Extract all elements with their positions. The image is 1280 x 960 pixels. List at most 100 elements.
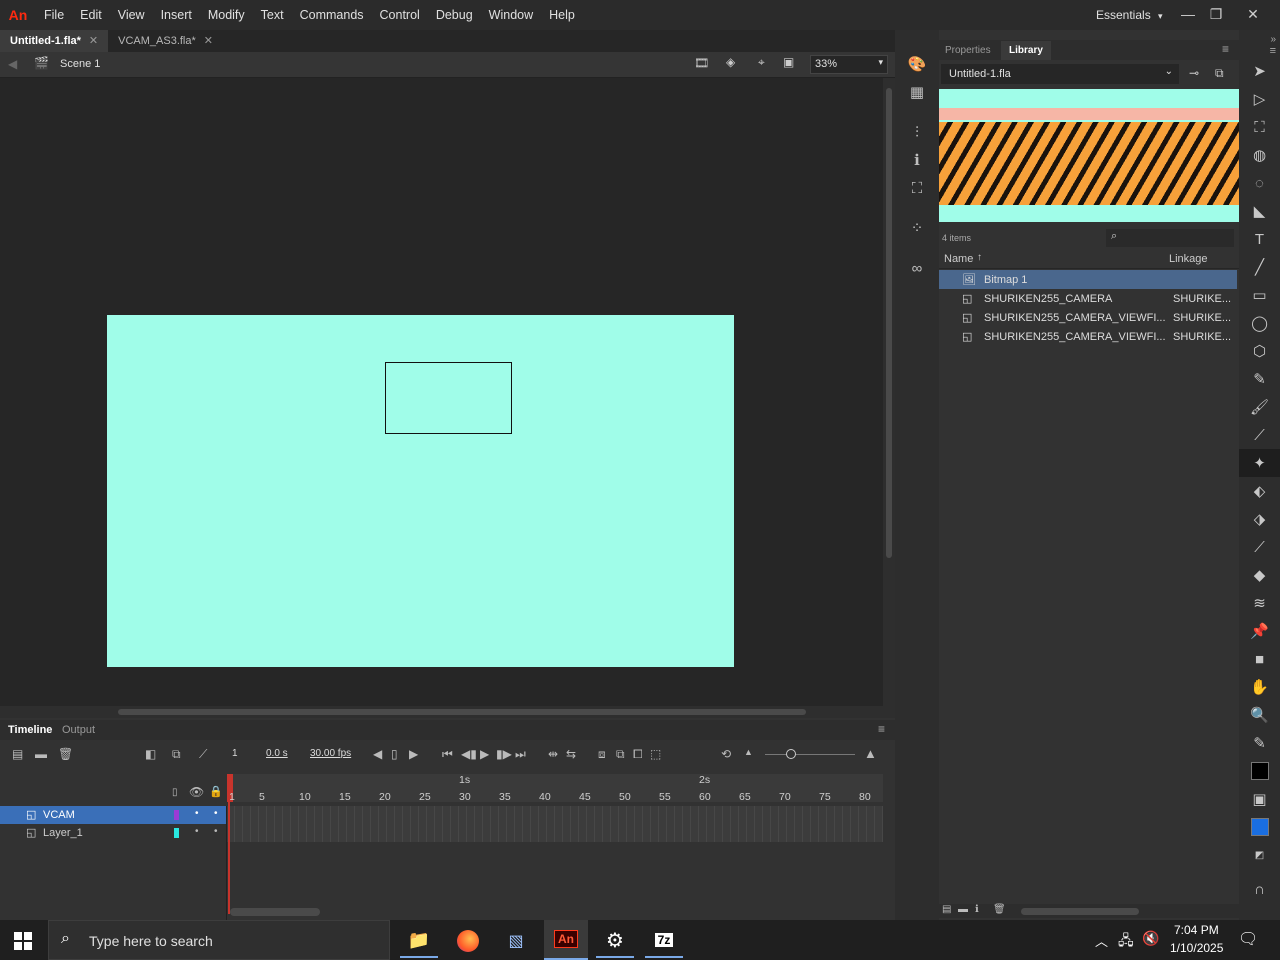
center-stage-icon[interactable]: ⌖ [758, 55, 765, 70]
firefox-icon[interactable] [449, 924, 487, 958]
timeline-scroll-thumb[interactable] [230, 908, 320, 916]
menu-view[interactable]: View [110, 0, 153, 30]
restore-button[interactable]: ❐ [1200, 0, 1232, 30]
camera-icon[interactable]: ◧ [145, 747, 156, 761]
library-search[interactable]: ⌕ [1106, 229, 1234, 247]
workspace-switcher[interactable]: Essentials ▾ [1096, 0, 1163, 30]
menu-commands[interactable]: Commands [292, 0, 372, 30]
timeline-zoom-slider[interactable] [765, 754, 855, 755]
column-linkage[interactable]: Linkage [1169, 253, 1208, 265]
first-frame-icon[interactable]: ⏮ [442, 747, 453, 762]
info-icon[interactable]: ℹ [895, 146, 939, 174]
menu-file[interactable]: File [36, 0, 72, 30]
menu-modify[interactable]: Modify [200, 0, 253, 30]
eraser-icon[interactable]: ◆ [1239, 561, 1280, 589]
taskbar-search[interactable]: ⌕ Type here to search [48, 920, 390, 960]
volume-muted-icon[interactable]: 🔇 [1142, 930, 1159, 947]
menu-edit[interactable]: Edit [72, 0, 110, 30]
components-icon[interactable]: ⁘ [895, 214, 939, 242]
network-icon[interactable]: 🖧 [1118, 930, 1134, 954]
fps-readout[interactable]: 30.00 fps [310, 748, 351, 759]
close-button[interactable]: ✕ [1237, 0, 1269, 30]
tab-vcam-as3[interactable]: VCAM_AS3.fla* ✕ [108, 30, 223, 52]
new-folder-icon[interactable]: ▬ [35, 747, 47, 761]
zoom-select[interactable]: 33% ▾ [810, 55, 888, 74]
stage-vertical-scrollbar[interactable] [883, 78, 895, 706]
settings-icon[interactable]: ⚙ [596, 924, 634, 958]
fill-color-swatch[interactable] [1239, 813, 1280, 841]
pen-icon[interactable]: ◣ [1239, 197, 1280, 225]
menu-insert[interactable]: Insert [153, 0, 200, 30]
column-name[interactable]: Name [944, 253, 973, 265]
color-panel-icon[interactable]: 🎨 [895, 50, 939, 78]
polystar-tool-icon[interactable]: ⬡ [1239, 337, 1280, 365]
clip-icon[interactable]: ▣ [783, 55, 794, 69]
line-tool-icon[interactable]: ╱ [1239, 253, 1280, 281]
scroll-thumb[interactable] [886, 88, 892, 558]
tab-timeline[interactable]: Timeline [8, 724, 52, 736]
library-item[interactable]: 🖼 Bitmap 1 [939, 270, 1237, 289]
visibility-dot[interactable]: • [195, 808, 199, 819]
step-back-icon[interactable]: ◀▮ [461, 747, 477, 761]
align-icon[interactable]: ⫶ [895, 118, 939, 146]
step-forward-icon[interactable]: ▮▶ [496, 747, 512, 761]
menu-window[interactable]: Window [481, 0, 541, 30]
prev-keyframe-icon[interactable]: ◀ [373, 747, 382, 761]
new-layer-icon[interactable]: ▤ [12, 747, 23, 761]
back-arrow-icon[interactable]: ◀ [8, 57, 17, 71]
oval-tool-icon[interactable]: ◯ [1239, 309, 1280, 337]
outline-toggle-icon[interactable]: ▯ [172, 787, 178, 798]
vcam-rectangle[interactable] [385, 362, 512, 434]
lock-dot[interactable]: • [214, 808, 218, 819]
menu-help[interactable]: Help [541, 0, 583, 30]
onion-skin-icon[interactable]: ⧈ [598, 747, 606, 762]
frame-grid[interactable] [227, 806, 883, 842]
keyframe-icon[interactable]: ▯ [391, 747, 398, 761]
library-scroll-thumb[interactable] [1021, 908, 1139, 915]
delete-icon[interactable]: 🗑 [993, 904, 1006, 915]
brush-icon[interactable]: ⟋ [1239, 421, 1280, 449]
notifications-icon[interactable]: 🗨 [1238, 929, 1258, 949]
pencil-icon[interactable]: ✎ [1239, 365, 1280, 393]
zoom-in-icon[interactable]: ▲ [864, 746, 877, 761]
subselection-tool-icon[interactable]: ▷ [1239, 85, 1280, 113]
visibility-dot[interactable]: • [195, 826, 199, 837]
layer-color-swatch[interactable] [174, 810, 179, 820]
scroll-thumb[interactable] [118, 709, 806, 715]
stroke-color-icon[interactable]: ✎ [1239, 729, 1280, 757]
next-keyframe-icon[interactable]: ▶ [409, 747, 418, 761]
hand-tool-icon[interactable]: ✋ [1239, 673, 1280, 701]
paint-bucket-icon[interactable]: ⬖ [1239, 477, 1280, 505]
stroke-swatch[interactable]: ▣ [1239, 785, 1280, 813]
delete-icon[interactable]: 🗑 [58, 747, 73, 761]
library-document-select[interactable]: Untitled-1.fla ⌄ [941, 64, 1179, 84]
library-item[interactable]: ◱ SHURIKEN255_CAMERA SHURIKE... [939, 289, 1237, 308]
close-icon[interactable]: ✕ [204, 30, 213, 52]
tab-properties[interactable]: Properties [945, 45, 991, 56]
fit-timeline-icon[interactable]: ⟲ [721, 747, 731, 761]
graph-icon[interactable]: ⟋ [199, 747, 207, 762]
windows-start-icon[interactable] [14, 932, 32, 950]
creative-cloud-icon[interactable]: ∞ [895, 254, 939, 282]
3d-rotation-icon[interactable]: ◍ [1239, 141, 1280, 169]
eye-icon[interactable]: 👁 [189, 785, 204, 799]
sort-arrow-icon[interactable]: ↑ [977, 252, 982, 263]
rectangle-tool-icon[interactable]: ▭ [1239, 281, 1280, 309]
loop-icon[interactable]: ⇹ [548, 747, 558, 761]
file-explorer-icon[interactable]: 📁 [400, 924, 438, 958]
new-folder-icon[interactable]: ▬ [958, 904, 968, 915]
close-icon[interactable]: ✕ [89, 30, 98, 52]
edit-symbols-icon[interactable]: ◈ [726, 55, 735, 69]
collapse-icon[interactable]: » [1239, 34, 1280, 45]
layer-row-layer-1[interactable]: ◱ Layer_1 • • [0, 824, 227, 842]
new-symbol-icon[interactable]: ▤ [942, 904, 951, 915]
snap-magnet-icon[interactable]: ∩ [1239, 875, 1280, 903]
center-frame-icon[interactable]: ⇆ [566, 747, 576, 761]
scene-label[interactable]: Scene 1 [60, 58, 100, 70]
7zip-icon[interactable]: 7z [645, 924, 683, 958]
clock-time[interactable]: 7:04 PM [1174, 923, 1219, 937]
last-frame-icon[interactable]: ⏭ [515, 747, 526, 762]
camera-tool-icon[interactable]: ■ [1239, 645, 1280, 673]
tab-library[interactable]: Library [1001, 41, 1051, 60]
eyedropper-icon[interactable]: ⟋ [1239, 533, 1280, 561]
